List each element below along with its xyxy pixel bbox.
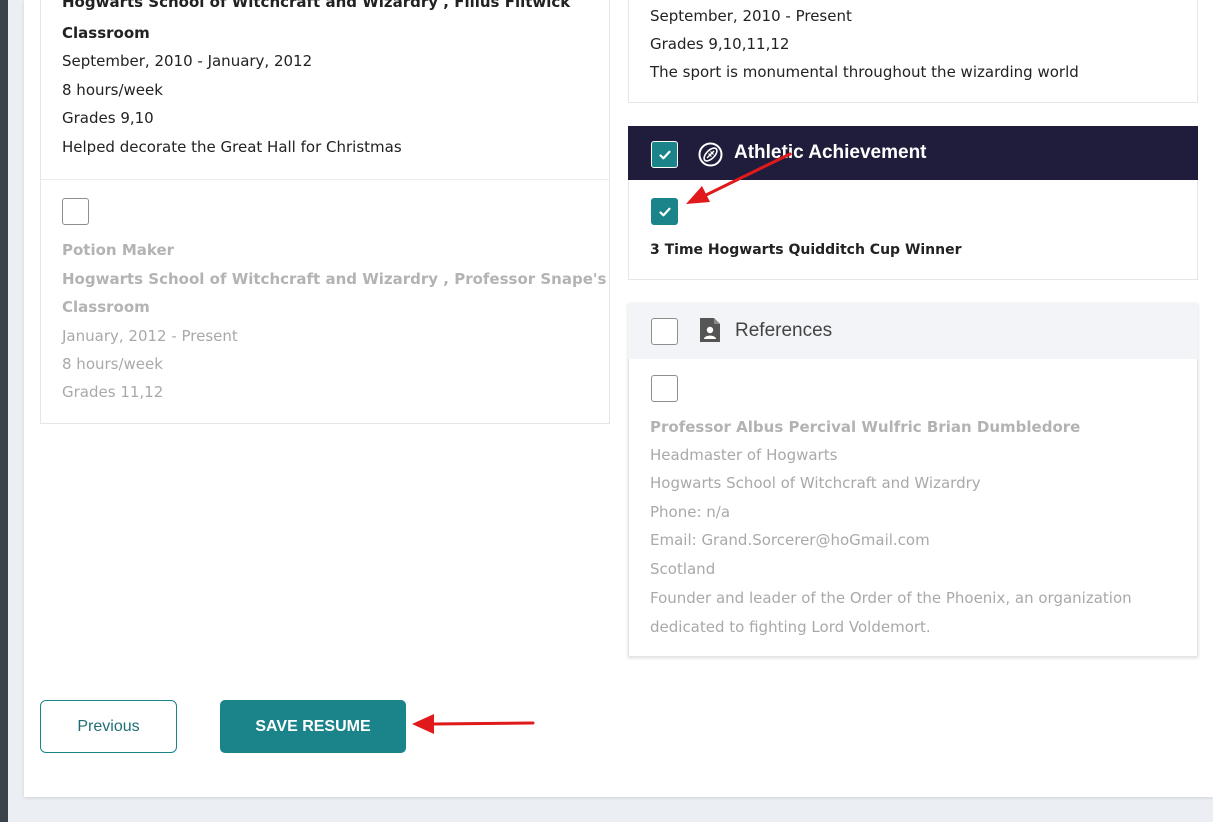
entry-title: Potion Maker bbox=[62, 241, 175, 259]
reference-description: Founder and leader of the Order of the P… bbox=[650, 589, 1132, 607]
annotation-arrow-icon bbox=[412, 714, 535, 734]
entry-hours: 8 hours/week bbox=[62, 81, 163, 99]
entry-grades: Grades 9,10,11,12 bbox=[650, 35, 790, 53]
check-icon bbox=[658, 150, 671, 159]
athletic-section-checkbox[interactable] bbox=[651, 141, 678, 168]
entry-dates: September, 2010 - January, 2012 bbox=[62, 52, 313, 70]
previous-button[interactable]: Previous bbox=[40, 700, 177, 753]
entry-divider bbox=[41, 179, 609, 180]
reference-title: Headmaster of Hogwarts bbox=[650, 446, 838, 464]
quidditch-cup-checkbox[interactable] bbox=[651, 198, 678, 225]
references-section-title: References bbox=[735, 320, 833, 341]
reference-description-line2: dedicated to fighting Lord Voldemort. bbox=[650, 618, 931, 636]
entry-grades: Grades 9,10 bbox=[62, 109, 154, 127]
entry-description: Helped decorate the Great Hall for Chris… bbox=[62, 138, 402, 156]
reference-checkbox[interactable] bbox=[651, 375, 678, 402]
reference-organization: Hogwarts School of Witchcraft and Wizard… bbox=[650, 474, 981, 492]
contact-card-icon bbox=[700, 318, 720, 342]
entry-organization-line2: Classroom bbox=[62, 298, 150, 316]
reference-email: Email: Grand.Sorcerer@hoGmail.com bbox=[650, 531, 930, 549]
entry-organization-line2: Classroom bbox=[62, 24, 150, 42]
potion-maker-checkbox[interactable] bbox=[62, 198, 89, 225]
check-icon bbox=[658, 207, 671, 216]
reference-location: Scotland bbox=[650, 560, 716, 578]
entry-dates: January, 2012 - Present bbox=[62, 327, 238, 345]
save-resume-button[interactable]: SAVE RESUME bbox=[220, 700, 406, 753]
reference-name: Professor Albus Percival Wulfric Brian D… bbox=[650, 418, 1081, 436]
references-section-checkbox[interactable] bbox=[651, 318, 678, 345]
entry-grades: Grades 11,12 bbox=[62, 383, 164, 401]
entry-hours: 8 hours/week bbox=[62, 355, 163, 373]
annotation-arrow-icon bbox=[686, 152, 792, 204]
reference-phone: Phone: n/a bbox=[650, 503, 731, 521]
achievement-item: 3 Time Hogwarts Quidditch Cup Winner bbox=[650, 242, 962, 258]
entry-organization: Hogwarts School of Witchcraft and Wizard… bbox=[62, 270, 607, 288]
entry-description: The sport is monumental throughout the w… bbox=[650, 63, 1079, 81]
entry-dates: September, 2010 - Present bbox=[650, 7, 852, 25]
entry-organization: Hogwarts School of Witchcraft and Wizard… bbox=[62, 0, 571, 11]
